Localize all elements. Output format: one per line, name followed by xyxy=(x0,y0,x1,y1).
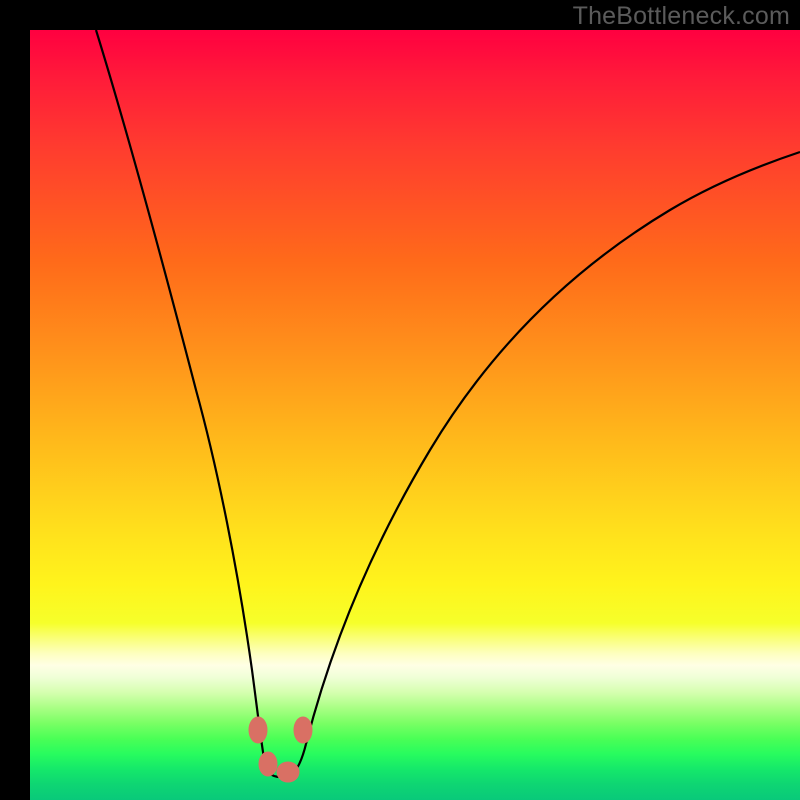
bottleneck-curve-left xyxy=(96,30,266,770)
plot-area xyxy=(30,30,800,800)
marker-blob-1 xyxy=(249,717,267,743)
watermark-text: TheBottleneck.com xyxy=(573,2,790,31)
marker-blob-3 xyxy=(277,762,299,782)
marker-blob-4 xyxy=(294,717,312,743)
curve-layer xyxy=(30,30,800,800)
chart-frame: TheBottleneck.com xyxy=(0,0,800,800)
marker-blob-2 xyxy=(259,752,277,776)
bottleneck-curve-right xyxy=(306,152,800,744)
